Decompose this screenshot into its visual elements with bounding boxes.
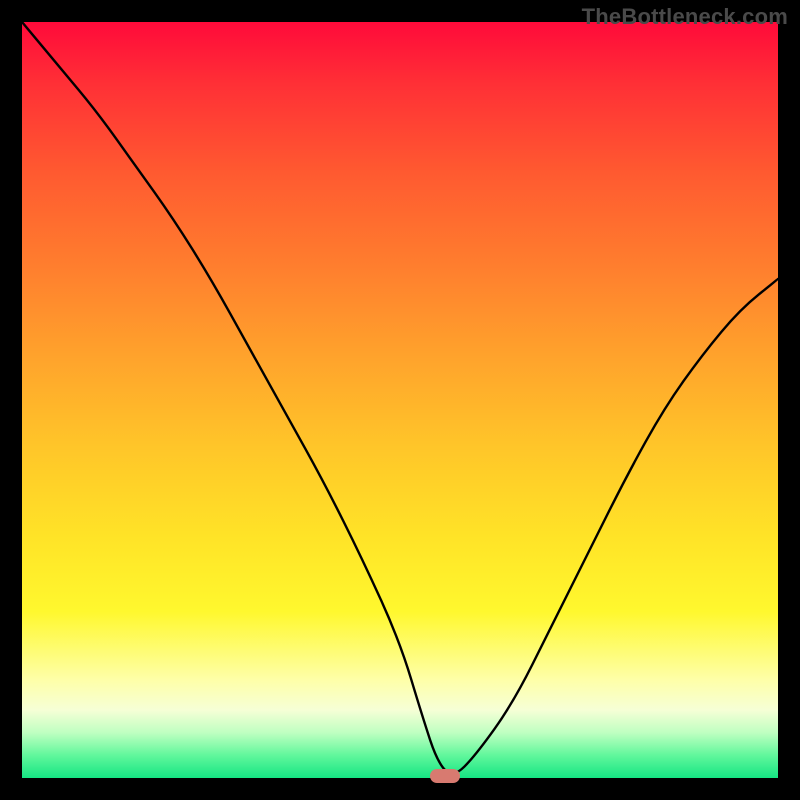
chart-frame: TheBottleneck.com <box>0 0 800 800</box>
curve-svg <box>22 22 778 778</box>
min-marker <box>430 769 460 783</box>
watermark-text: TheBottleneck.com <box>582 4 788 30</box>
bottleneck-curve-path <box>22 22 778 773</box>
plot-area <box>22 22 778 778</box>
